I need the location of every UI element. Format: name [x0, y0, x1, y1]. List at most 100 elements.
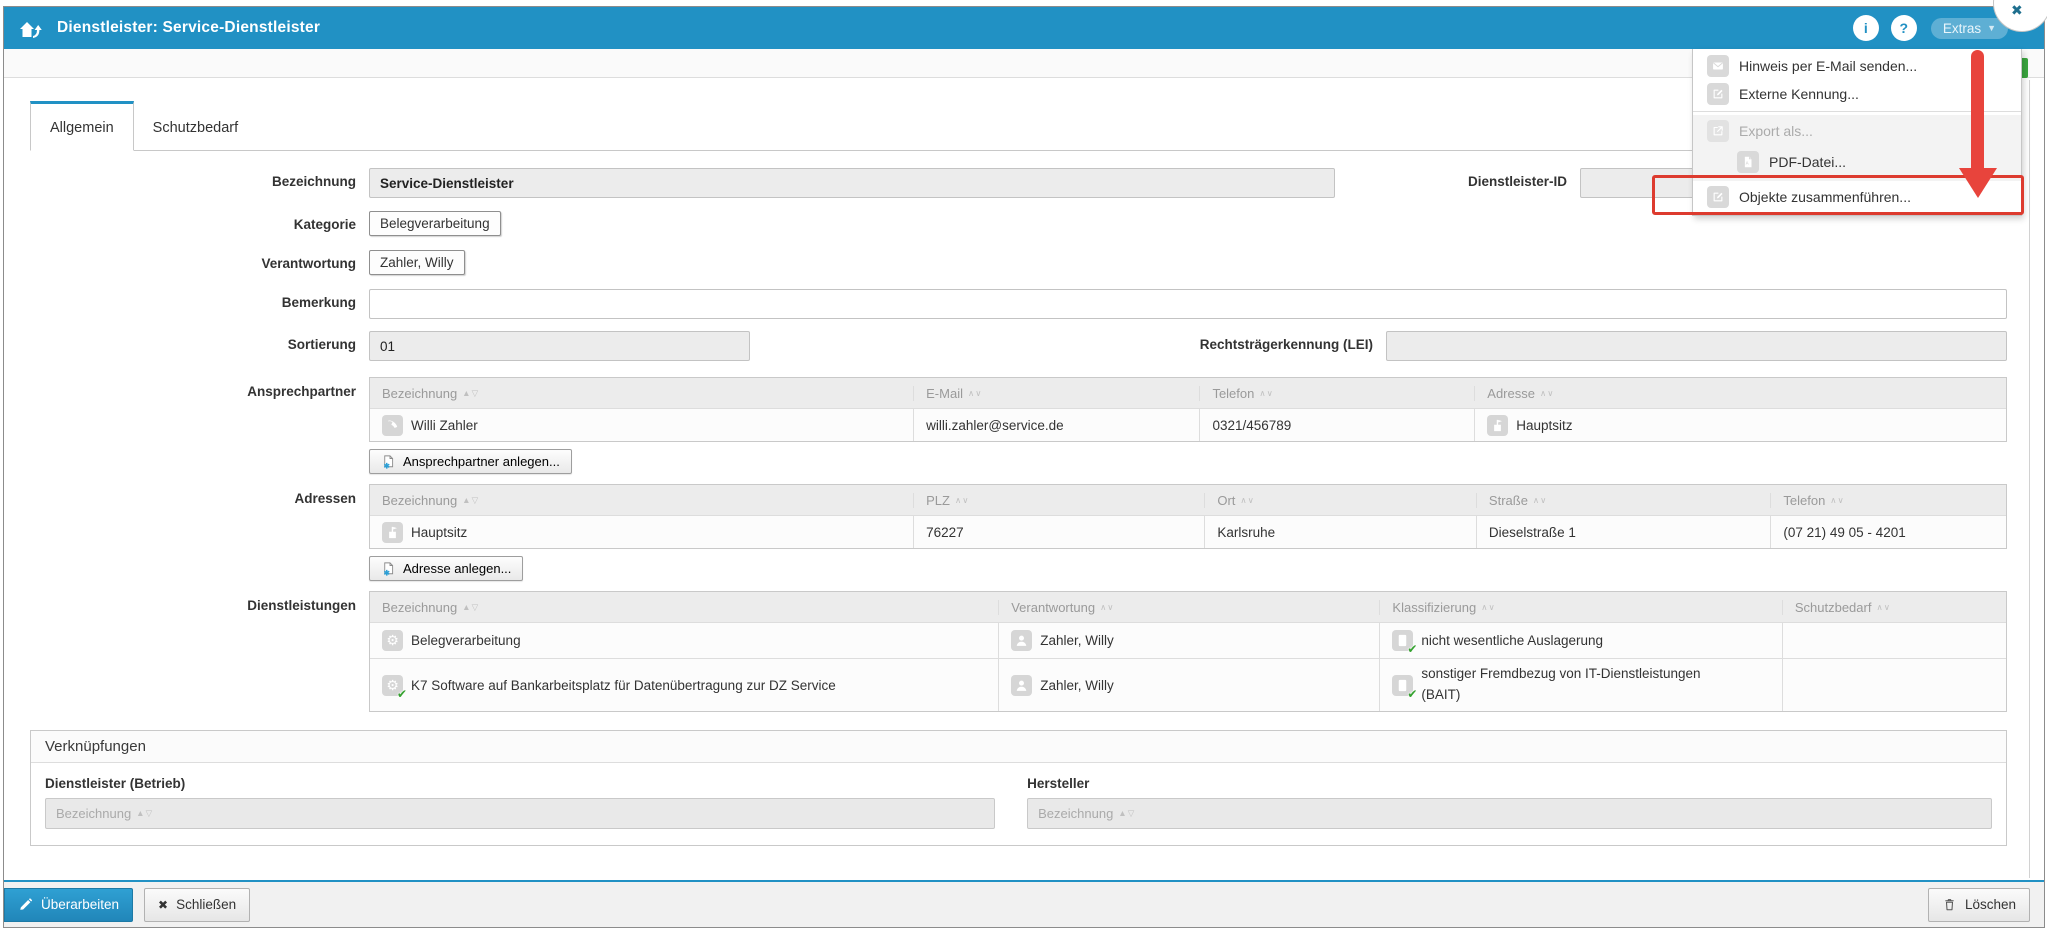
- form-area: Bezeichnung Dienstleister-ID Kategorie B…: [30, 168, 2007, 846]
- sortierung-label: Sortierung: [30, 331, 369, 352]
- annotation-arrow: [1971, 50, 1984, 169]
- verknuepfungen-panel: Verknüpfungen Dienstleister (Betrieb) Be…: [30, 730, 2007, 846]
- section-adressen: Adressen Bezeichnung ▲▽ PLZ ∧∨: [30, 484, 2007, 581]
- address-name: Hauptsitz: [411, 525, 467, 540]
- sort-icon[interactable]: ∧∨: [1540, 388, 1554, 399]
- sort-icon[interactable]: ∧∨: [1830, 495, 1844, 506]
- chevron-down-icon: ▼: [1987, 23, 1996, 33]
- bemerkung-input[interactable]: [369, 289, 2007, 319]
- row-bemerkung: Bemerkung: [30, 289, 2007, 319]
- scroll-gutter: [2029, 80, 2030, 878]
- close-x-icon: ✖: [158, 898, 168, 912]
- close-icon[interactable]: ✖: [2011, 2, 2023, 19]
- sort-icon[interactable]: ∧∨: [1259, 388, 1273, 399]
- col-plz[interactable]: PLZ ∧∨: [913, 493, 1204, 508]
- info-icon[interactable]: i: [1853, 15, 1879, 41]
- table-header-row: Bezeichnung ▲▽ E-Mail ∧∨ Telefon ∧∨: [370, 378, 2006, 408]
- person-icon: [1011, 675, 1032, 696]
- dienstleister-id-label: Dienstleister-ID: [1335, 168, 1580, 189]
- table-row[interactable]: Willi Zahler willi.zahler@service.de 032…: [370, 408, 2006, 441]
- bezeichnung-label: Bezeichnung: [30, 168, 369, 189]
- address-plz: 76227: [926, 525, 964, 540]
- adressen-label: Adressen: [30, 484, 369, 506]
- col-ort[interactable]: Ort ∧∨: [1204, 493, 1476, 508]
- col-klassifizierung[interactable]: Klassifizierung ∧∨: [1379, 600, 1781, 615]
- kategorie-label: Kategorie: [30, 211, 369, 232]
- ansprechpartner-label: Ansprechpartner: [30, 377, 369, 399]
- table-header-row: Bezeichnung ▲▽ Verantwortung ∧∨ Klassifi…: [370, 592, 2006, 622]
- address-ort: Karlsruhe: [1217, 525, 1275, 540]
- sort-icon[interactable]: ∧∨: [1481, 602, 1495, 613]
- table-row[interactable]: ⚙ Belegverarbeitung Zahler, Willy: [370, 622, 2006, 658]
- dienstleister-betrieb-label: Dienstleister (Betrieb): [45, 776, 995, 791]
- classification-check-icon: ✔: [1392, 675, 1413, 696]
- new-document-icon: ✱: [381, 454, 396, 469]
- col-bezeichnung[interactable]: Bezeichnung ▲▽: [370, 386, 913, 401]
- service-classification: nicht wesentliche Auslagerung: [1421, 633, 1603, 648]
- loeschen-button[interactable]: Löschen: [1928, 888, 2030, 922]
- col-bezeichnung[interactable]: Bezeichnung ▲▽: [370, 600, 998, 615]
- sort-icon[interactable]: ∧∨: [1240, 495, 1254, 506]
- sort-icon[interactable]: ▲▽: [462, 495, 479, 506]
- table-row[interactable]: ⚙ ✔ K7 Software auf Bankarbeitsplatz für…: [370, 658, 2006, 711]
- bezeichnung-input[interactable]: [369, 168, 1335, 198]
- annotation-arrow-head: [1959, 168, 1997, 198]
- sort-icon[interactable]: ▲▽: [462, 602, 479, 613]
- dienstleistungen-label: Dienstleistungen: [30, 591, 369, 613]
- service-classification: sonstiger Fremdbezug von IT-Dienstleistu…: [1421, 664, 1733, 706]
- bemerkung-label: Bemerkung: [30, 289, 369, 310]
- contact-email: willi.zahler@service.de: [926, 418, 1064, 433]
- tab-allgemein[interactable]: Allgemein: [30, 101, 134, 151]
- verantwortung-chip[interactable]: Zahler, Willy: [369, 250, 465, 275]
- add-adresse-button[interactable]: ✱ Adresse anlegen...: [369, 556, 523, 581]
- sort-icon: ▲▽: [136, 808, 153, 819]
- dienstleister-betrieb-header: Bezeichnung ▲▽: [45, 798, 995, 829]
- col-telefon[interactable]: Telefon ∧∨: [1199, 386, 1474, 401]
- footer-toolbar: Überarbeiten ✖ Schließen Löschen: [4, 880, 2044, 927]
- row-verantwortung: Verantwortung Zahler, Willy: [30, 250, 2007, 275]
- service-name: K7 Software auf Bankarbeitsplatz für Dat…: [411, 678, 836, 693]
- tab-schutzbedarf[interactable]: Schutzbedarf: [134, 104, 257, 150]
- service-gear-icon: ⚙: [382, 630, 403, 651]
- building-icon: [382, 522, 403, 543]
- address-strasse: Dieselstraße 1: [1489, 525, 1576, 540]
- section-ansprechpartner: Ansprechpartner Bezeichnung ▲▽ E-Mail ∧∨: [30, 377, 2007, 474]
- col-adresse[interactable]: Adresse ∧∨: [1474, 386, 2006, 401]
- extras-button[interactable]: Extras ▼: [1931, 18, 2008, 39]
- col-telefon[interactable]: Telefon ∧∨: [1770, 493, 2006, 508]
- verantwortung-label: Verantwortung: [30, 250, 369, 271]
- adressen-table: Bezeichnung ▲▽ PLZ ∧∨ Ort ∧∨: [369, 484, 2007, 549]
- trash-icon: [1942, 897, 1957, 912]
- col-verantwortung[interactable]: Verantwortung ∧∨: [998, 600, 1379, 615]
- add-ansprechpartner-button[interactable]: ✱ Ansprechpartner anlegen...: [369, 449, 572, 474]
- sortierung-input[interactable]: [369, 331, 750, 361]
- schliessen-button[interactable]: ✖ Schließen: [144, 888, 250, 922]
- col-strasse[interactable]: Straße ∧∨: [1476, 493, 1770, 508]
- help-icon[interactable]: ?: [1891, 15, 1917, 41]
- table-row[interactable]: Hauptsitz 76227 Karlsruhe Dieselstraße 1…: [370, 515, 2006, 548]
- sort-icon[interactable]: ∧∨: [968, 388, 982, 399]
- service-owner: Zahler, Willy: [1040, 633, 1114, 648]
- window-title: Dienstleister: Service-Dienstleister: [57, 19, 320, 37]
- col-schutzbedarf[interactable]: Schutzbedarf ∧∨: [1782, 600, 2006, 615]
- sort-icon[interactable]: ∧∨: [955, 495, 969, 506]
- sort-icon[interactable]: ▲▽: [462, 388, 479, 399]
- lei-input[interactable]: [1386, 331, 2007, 361]
- col-bezeichnung[interactable]: Bezeichnung ▲▽: [370, 493, 913, 508]
- hersteller-header: Bezeichnung ▲▽: [1027, 798, 1992, 829]
- extras-label: Extras: [1943, 21, 1981, 36]
- new-document-icon: ✱: [381, 561, 396, 576]
- hersteller-label: Hersteller: [1027, 776, 1992, 791]
- kategorie-chip[interactable]: Belegverarbeitung: [369, 211, 501, 236]
- col-email[interactable]: E-Mail ∧∨: [913, 386, 1199, 401]
- sort-icon[interactable]: ∧∨: [1100, 602, 1114, 613]
- lei-label: Rechtsträgerkennung (LEI): [750, 331, 1386, 352]
- service-owner: Zahler, Willy: [1040, 678, 1114, 693]
- export-icon: [1707, 120, 1729, 142]
- ueberarbeiten-button[interactable]: Überarbeiten: [4, 888, 133, 922]
- service-provider-icon: [17, 15, 44, 41]
- pdf-file-icon: A: [1737, 151, 1759, 173]
- merge-edit-icon: [1707, 186, 1729, 208]
- sort-icon[interactable]: ∧∨: [1533, 495, 1547, 506]
- sort-icon[interactable]: ∧∨: [1876, 602, 1890, 613]
